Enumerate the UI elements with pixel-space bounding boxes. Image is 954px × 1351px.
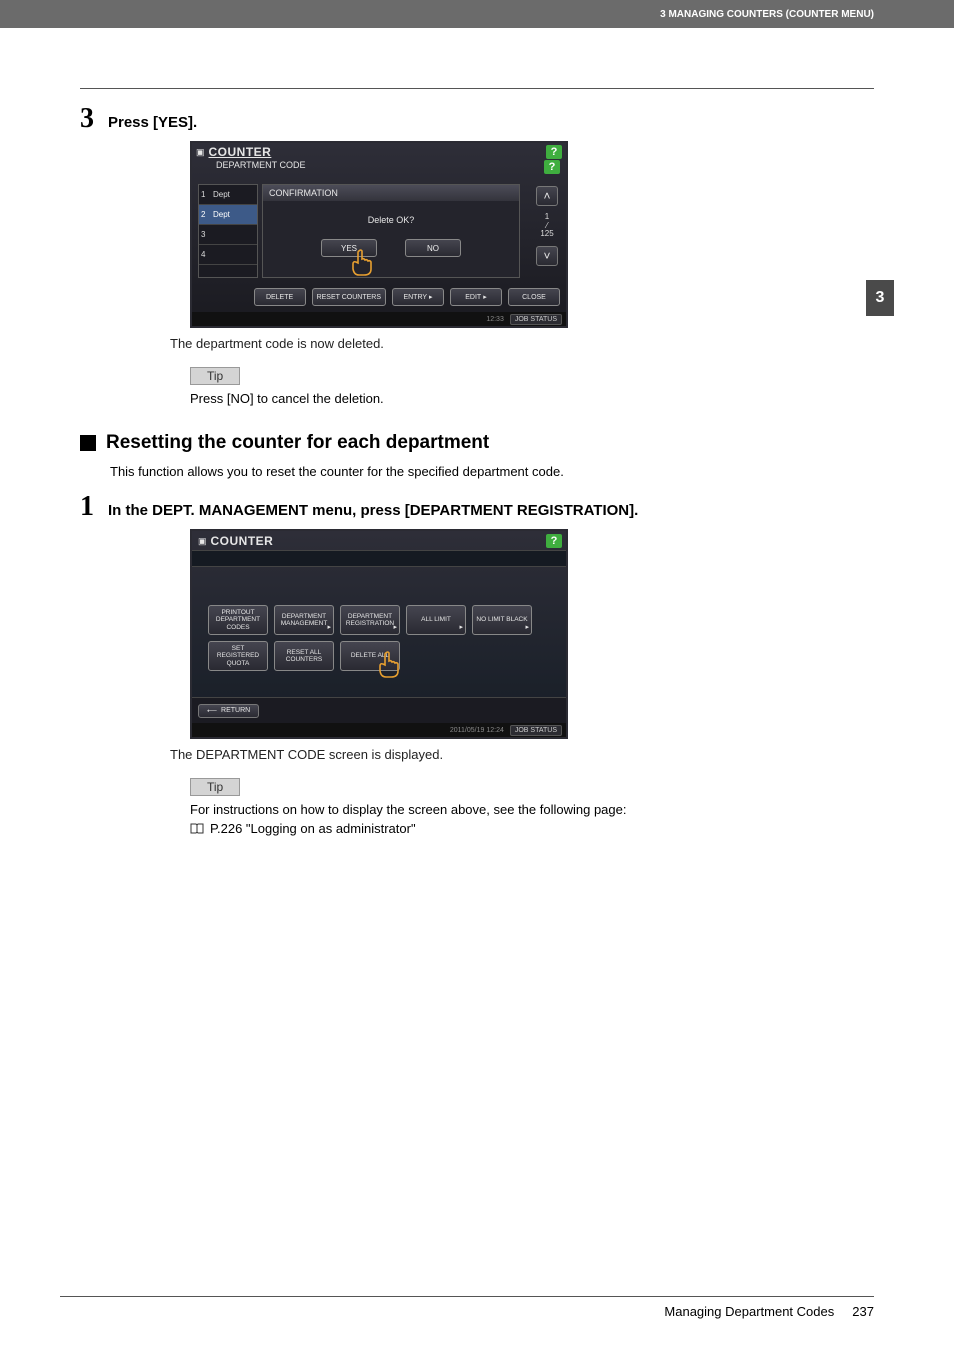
book-icon [190, 823, 204, 834]
menu-row-1: PRINTOUT DEPARTMENT CODES DEPARTMENT MAN… [208, 605, 550, 635]
step-3-heading: 3 Press [YES]. [80, 103, 874, 135]
return-arrow-icon: ⟵ [207, 707, 217, 715]
counter-menu-screen: ▣ COUNTER ? PRINTOUT DEPARTMENT CODES DE… [190, 529, 568, 739]
page-header-bar: 3 MANAGING COUNTERS (COUNTER MENU) [0, 0, 954, 28]
help-icon[interactable]: ? [546, 534, 562, 548]
tip-text: Press [NO] to cancel the deletion. [190, 391, 874, 406]
pointer-hand-icon [349, 249, 375, 277]
cross-reference-link[interactable]: P.226 "Logging on as administrator" [190, 821, 874, 836]
dialog-subtitle: DEPARTMENT CODE [216, 160, 306, 170]
page-indicator: 1 ⁄ 125 [540, 213, 553, 239]
divider [80, 88, 874, 89]
reset-counters-button[interactable]: RESET COUNTERS [312, 288, 386, 306]
confirmation-title: CONFIRMATION [263, 185, 519, 201]
entry-button[interactable]: ENTRY [392, 288, 444, 306]
no-limit-black-button[interactable]: NO LIMIT BLACK [472, 605, 532, 635]
step-number: 3 [80, 103, 94, 135]
dialog-title-row: ▣ COUNTER ? [192, 143, 566, 159]
counter-dept-code-dialog: ▣ COUNTER ? DEPARTMENT CODE ? 1Dept 2Dep… [190, 141, 568, 328]
menu-body: PRINTOUT DEPARTMENT CODES DEPARTMENT MAN… [192, 567, 566, 697]
edit-button[interactable]: EDIT [450, 288, 502, 306]
pointer-hand-icon [376, 651, 402, 679]
list-item[interactable]: 4 [199, 245, 257, 265]
step-result-text: The DEPARTMENT CODE screen is displayed. [170, 747, 874, 762]
pager: ˄ 1 ⁄ 125 ˅ [534, 174, 560, 278]
tip-label: Tip [190, 367, 240, 385]
return-button[interactable]: ⟵ RETURN [198, 704, 259, 718]
job-status-button[interactable]: JOB STATUS [510, 725, 562, 736]
dept-management-button[interactable]: DEPARTMENT MANAGEMENT [274, 605, 334, 635]
screen-tab-bar [192, 551, 566, 567]
screen-title-row: ▣ COUNTER ? [192, 531, 566, 551]
step-result-text: The department code is now deleted. [170, 336, 874, 351]
footer-divider [60, 1296, 874, 1297]
department-list[interactable]: 1Dept 2Dept 3 4 [198, 184, 258, 278]
status-bar: 2011/05/19 12:24 JOB STATUS [192, 723, 566, 737]
footer-section: Managing Department Codes [664, 1304, 834, 1319]
delete-button[interactable]: DELETE [254, 288, 306, 306]
yes-no-row: YES NO [321, 239, 461, 257]
breadcrumb: 3 MANAGING COUNTERS (COUNTER MENU) [660, 9, 874, 20]
job-status-button[interactable]: JOB STATUS [510, 314, 562, 325]
page-content: 3 Press [YES]. ▣ COUNTER ? DEPARTMENT CO… [0, 28, 954, 876]
confirmation-question: Delete OK? [368, 215, 415, 225]
dialog-title: COUNTER [209, 145, 272, 159]
close-button[interactable]: CLOSE [508, 288, 560, 306]
status-time: 12:33 [486, 316, 504, 323]
section-intro: This function allows you to reset the co… [110, 464, 874, 479]
page-down-button[interactable]: ˅ [536, 246, 558, 266]
list-item[interactable]: 3 [199, 225, 257, 245]
tip-text: For instructions on how to display the s… [190, 802, 874, 817]
no-button[interactable]: NO [405, 239, 461, 257]
section-heading-row: Resetting the counter for each departmen… [80, 432, 874, 454]
screenshot-counter-menu: ▣ COUNTER ? PRINTOUT DEPARTMENT CODES DE… [190, 529, 874, 739]
status-bar: 12:33 JOB STATUS [192, 312, 566, 326]
counter-icon: ▣ [198, 536, 207, 547]
footer-page-number: 237 [852, 1304, 874, 1319]
confirmation-body: Delete OK? YES NO [263, 201, 519, 277]
list-item[interactable]: 1Dept [199, 185, 257, 205]
dialog-subtitle-row: DEPARTMENT CODE ? [192, 159, 566, 174]
screenshot-confirmation: ▣ COUNTER ? DEPARTMENT CODE ? 1Dept 2Dep… [190, 141, 874, 328]
tip-box: Tip [190, 778, 874, 796]
dialog-body: 1Dept 2Dept 3 4 CONFIRMATION Delete OK? … [192, 174, 566, 284]
help-icon[interactable]: ? [546, 145, 562, 159]
link-text: P.226 "Logging on as administrator" [210, 821, 416, 836]
chapter-thumb-tab: 3 [866, 280, 894, 316]
status-datetime: 2011/05/19 12:24 [450, 727, 504, 734]
set-registered-quota-button[interactable]: SET REGISTERED QUOTA [208, 641, 268, 671]
section-heading: Resetting the counter for each departmen… [106, 432, 489, 454]
step-instruction: Press [YES]. [108, 114, 197, 131]
list-item[interactable]: 2Dept [199, 205, 257, 225]
page-up-button[interactable]: ˄ [536, 186, 558, 206]
counter-icon: ▣ [196, 147, 205, 158]
square-bullet-icon [80, 435, 96, 451]
screen-title: COUNTER [211, 534, 274, 548]
step-number: 1 [80, 491, 94, 523]
step-1-heading: 1 In the DEPT. MANAGEMENT menu, press [D… [80, 491, 874, 523]
tip-label: Tip [190, 778, 240, 796]
help-icon[interactable]: ? [544, 160, 560, 174]
dept-registration-button[interactable]: DEPARTMENT REGISTRATION [340, 605, 400, 635]
page-footer: Managing Department Codes 237 [664, 1304, 874, 1319]
printout-dept-codes-button[interactable]: PRINTOUT DEPARTMENT CODES [208, 605, 268, 635]
reset-all-counters-button[interactable]: RESET ALL COUNTERS [274, 641, 334, 671]
step-instruction: In the DEPT. MANAGEMENT menu, press [DEP… [108, 502, 638, 519]
tip-box: Tip [190, 367, 874, 385]
all-limit-button[interactable]: ALL LIMIT [406, 605, 466, 635]
return-row: ⟵ RETURN [192, 697, 566, 723]
dialog-footer-buttons: DELETE RESET COUNTERS ENTRY EDIT CLOSE [192, 284, 566, 312]
confirmation-panel: CONFIRMATION Delete OK? YES NO [262, 184, 520, 278]
